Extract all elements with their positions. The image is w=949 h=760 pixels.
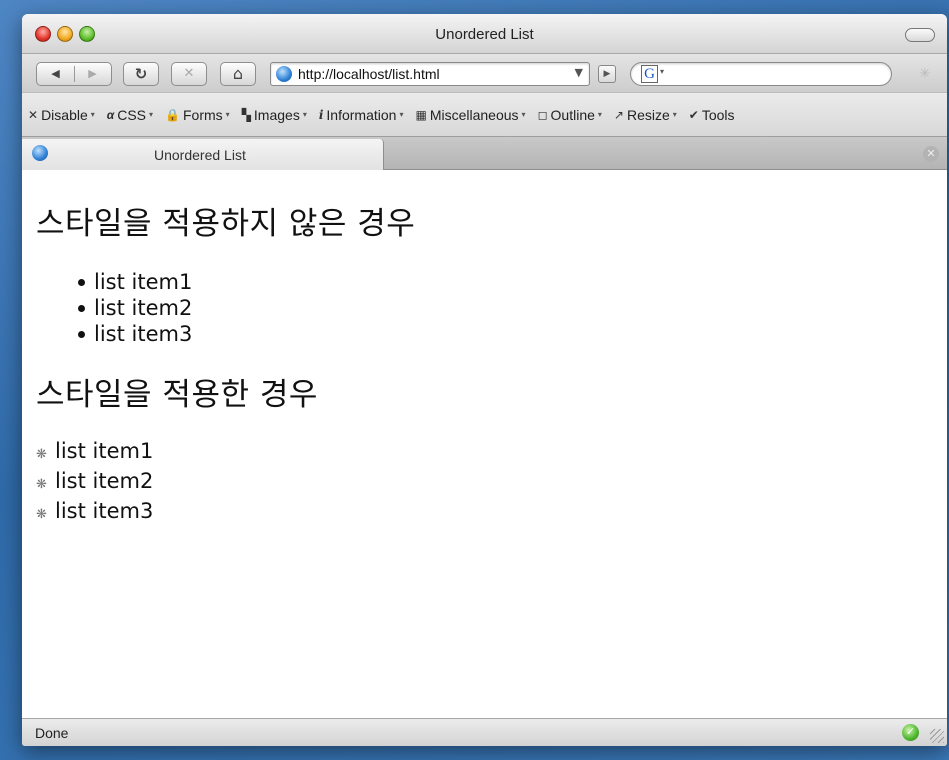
checkmark-icon: ✔ [688, 107, 699, 122]
list-item: ❋ list item1 [36, 438, 933, 468]
search-engine-dropdown-icon[interactable]: ▾ [660, 67, 664, 76]
disable-icon: ✕ [28, 107, 39, 122]
web-developer-toolbar: ✕ Disable ▾ α CSS ▾ 🔒 Forms ▾ ▚ Images ▾… [22, 92, 947, 136]
devbar-item-miscellaneous[interactable]: ▦ Miscellaneous ▾ [415, 107, 525, 123]
outline-icon: ◻ [537, 107, 548, 122]
url-text: http://localhost/list.html [298, 66, 440, 82]
devbar-item-label: Outline [550, 106, 595, 123]
bullet-icon [78, 305, 85, 312]
list-item: ❋ list item3 [36, 498, 933, 528]
dropdown-arrow-icon: ▾ [597, 110, 602, 119]
tab-unordered-list[interactable]: Unordered List [22, 139, 384, 170]
devbar-item-label: Forms [183, 106, 223, 123]
tab-globe-icon [32, 145, 48, 161]
devbar-item-information[interactable]: i Information ▾ [319, 107, 404, 123]
status-text: Done [35, 725, 69, 741]
devbar-item-images[interactable]: ▚ Images ▾ [242, 107, 307, 123]
button-divider [74, 66, 75, 82]
heading-styled: 스타일을 적용한 경우 [36, 377, 318, 413]
status-bar: Done ✓ [22, 718, 947, 746]
back-forward-buttons: ◀ ▶ [36, 62, 112, 86]
resize-icon: ↗ [613, 107, 624, 122]
site-globe-icon [276, 66, 292, 82]
url-field[interactable]: http://localhost/list.html ▼ [270, 62, 590, 86]
tab-strip: Unordered List ✕ [22, 136, 947, 170]
list-item: ❋ list item2 [36, 468, 933, 498]
dropdown-arrow-icon: ▾ [302, 110, 307, 119]
loading-throbber-icon: ✳ [919, 66, 931, 82]
list-item: list item2 [78, 295, 933, 321]
dropdown-arrow-icon: ▾ [672, 110, 677, 119]
devbar-item-label: Information [326, 106, 397, 123]
go-button[interactable]: ▶ [598, 65, 616, 83]
forward-button[interactable]: ▶ [74, 63, 111, 85]
devbar-item-disable[interactable]: ✕ Disable ▾ [28, 107, 95, 123]
devbar-item-css[interactable]: α CSS ▾ [107, 107, 153, 123]
browser-window: Unordered List ◀ ▶ ↻ ✕ ⌂ http://localhost… [22, 14, 947, 746]
url-history-dropdown-icon[interactable]: ▼ [575, 66, 583, 79]
dropdown-arrow-icon: ▾ [521, 110, 526, 119]
heading-unstyled: 스타일을 적용하지 않은 경우 [36, 206, 416, 242]
devbar-item-label: Disable [41, 106, 88, 123]
bullet-icon [78, 331, 85, 338]
reload-button[interactable]: ↻ [123, 62, 159, 86]
devbar-item-label: Miscellaneous [429, 106, 519, 123]
unstyled-list: list item1 list item2 list item3 [78, 269, 933, 347]
google-search-icon[interactable]: G [641, 65, 658, 83]
devbar-item-resize[interactable]: ↗ Resize ▾ [614, 107, 677, 123]
css-icon: α [106, 107, 115, 122]
page-content: 스타일을 적용하지 않은 경우 list item1 list item2 li… [22, 170, 947, 718]
devbar-item-forms[interactable]: 🔒 Forms ▾ [165, 107, 230, 123]
styled-list: ❋ list item1 ❋ list item2 ❋ list item3 [36, 438, 933, 528]
close-tab-icon[interactable]: ✕ [923, 146, 939, 162]
devbar-item-label: CSS [117, 106, 147, 123]
toolbar-toggle-button[interactable] [905, 28, 935, 42]
star-bullet-icon: ❋ [36, 477, 47, 492]
window-title: Unordered List [435, 26, 534, 43]
stop-button[interactable]: ✕ [171, 62, 207, 86]
star-bullet-icon: ❋ [36, 507, 47, 522]
devbar-item-tools[interactable]: ✔ Tools [689, 107, 735, 123]
dropdown-arrow-icon: ▾ [225, 110, 230, 119]
devbar-item-label: Tools [701, 106, 735, 123]
title-bar: Unordered List [22, 14, 947, 54]
devbar-item-label: Resize [626, 106, 670, 123]
list-item: list item3 [78, 321, 933, 347]
lock-icon: 🔒 [165, 107, 180, 122]
miscellaneous-icon: ▦ [415, 107, 427, 122]
images-icon: ▚ [241, 107, 251, 122]
devbar-item-outline[interactable]: ◻ Outline ▾ [538, 107, 602, 123]
search-field[interactable]: G ▾ [630, 62, 892, 86]
devbar-item-label: Images [253, 106, 300, 123]
navigation-toolbar: ◀ ▶ ↻ ✕ ⌂ http://localhost/list.html ▼ ▶ … [22, 54, 947, 92]
dropdown-arrow-icon: ▾ [90, 110, 95, 119]
bullet-icon [78, 279, 85, 286]
resize-grip-icon[interactable] [930, 729, 944, 743]
list-item: list item1 [78, 269, 933, 295]
back-button[interactable]: ◀ [37, 63, 74, 85]
home-button[interactable]: ⌂ [220, 62, 256, 86]
dropdown-arrow-icon: ▾ [149, 110, 154, 119]
information-icon: i [318, 107, 324, 122]
validation-ok-icon[interactable]: ✓ [902, 724, 919, 741]
dropdown-arrow-icon: ▾ [399, 110, 404, 119]
tab-label: Unordered List [154, 147, 246, 163]
star-bullet-icon: ❋ [36, 447, 47, 462]
